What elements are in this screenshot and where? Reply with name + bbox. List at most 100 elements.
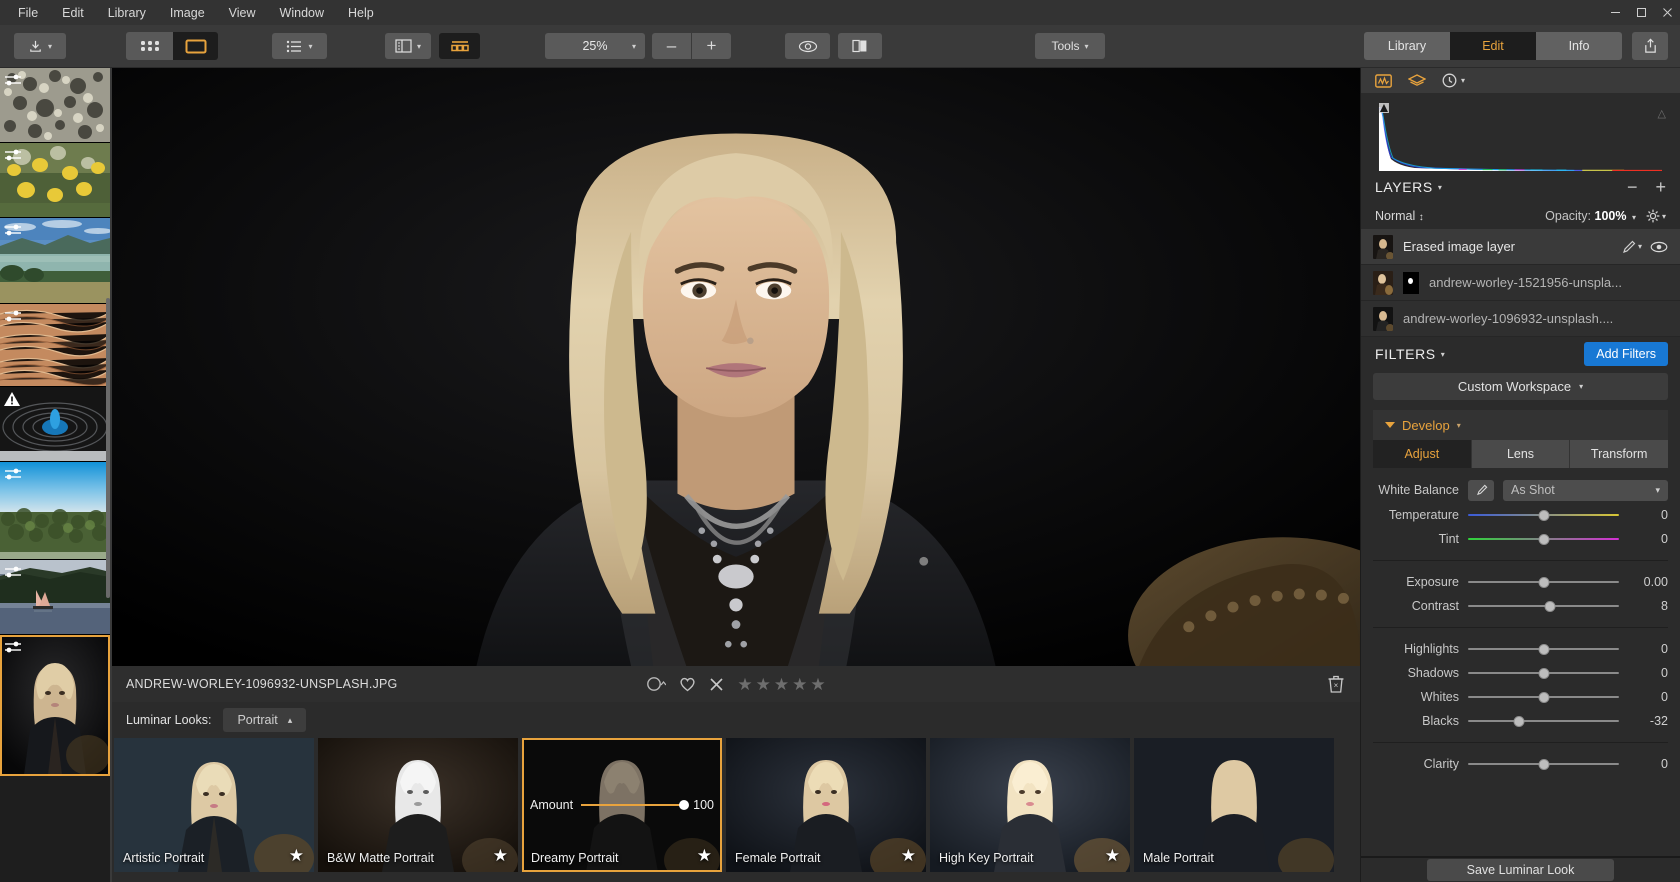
share-button[interactable] [1632, 32, 1668, 60]
slider-exposure[interactable]: Exposure 0.00 [1373, 570, 1668, 594]
favorite-star-icon[interactable]: ★ [697, 846, 712, 866]
heart-icon[interactable] [679, 676, 696, 692]
favorite-star-icon[interactable]: ★ [289, 846, 304, 866]
slider-knob[interactable] [1544, 600, 1556, 612]
trash-icon[interactable]: × [1328, 675, 1344, 693]
grid-view-button[interactable] [126, 32, 173, 60]
look-female-portrait[interactable]: Female Portrait ★ [726, 738, 926, 872]
workspace-selector[interactable]: Custom Workspace ▾ [1373, 373, 1668, 400]
develop-filter-header[interactable]: Develop ▾ [1373, 410, 1668, 440]
slider-track-area[interactable] [1468, 756, 1619, 772]
star-3[interactable]: ★ [774, 676, 789, 693]
layer-mask-thumbnail[interactable] [1403, 271, 1419, 294]
clipping-triangle-icon[interactable]: △ [1658, 107, 1666, 120]
tab-adjust[interactable]: Adjust [1373, 440, 1472, 468]
flag-circle-icon[interactable] [646, 676, 667, 692]
look-artistic-portrait[interactable]: Artistic Portrait ★ [114, 738, 314, 872]
star-4[interactable]: ★ [792, 676, 807, 693]
slider-track-area[interactable] [1468, 574, 1619, 590]
tab-library[interactable]: Library [1364, 32, 1450, 60]
layer-settings-button[interactable]: ▾ [1646, 209, 1666, 223]
menu-library[interactable]: Library [96, 3, 158, 23]
tab-edit[interactable]: Edit [1450, 32, 1536, 60]
reject-x-icon[interactable] [709, 677, 724, 692]
menu-image[interactable]: Image [158, 3, 217, 23]
slider-knob[interactable] [1538, 758, 1549, 770]
looks-category-dropdown[interactable]: Portrait ▴ [223, 708, 307, 732]
blend-mode-select[interactable]: Normal ↕ [1375, 209, 1424, 223]
slider-blacks[interactable]: Blacks -32 [1373, 709, 1668, 733]
slider-knob[interactable] [1513, 715, 1525, 727]
menu-help[interactable]: Help [336, 3, 386, 23]
amount-knob[interactable] [679, 800, 690, 810]
favorite-star-icon[interactable]: ★ [493, 846, 508, 866]
star-2[interactable]: ★ [756, 676, 771, 693]
add-layer-button[interactable]: + [1655, 177, 1666, 198]
save-luminar-look-button[interactable]: Save Luminar Look [1426, 859, 1615, 881]
favorite-star-icon[interactable]: ★ [1105, 846, 1120, 866]
sort-list-button[interactable]: ▾ [272, 33, 327, 59]
filmstrip-item-lake-landscape[interactable] [0, 218, 110, 304]
slider-track-area[interactable] [1468, 531, 1619, 547]
star-1[interactable]: ★ [737, 676, 752, 693]
layers-icon[interactable] [1408, 73, 1426, 88]
luminar-looks-strip[interactable]: Artistic Portrait ★ B&W Matte Portrait ★… [112, 738, 1360, 882]
star-5[interactable]: ★ [810, 676, 825, 693]
slider-track-area[interactable] [1468, 689, 1619, 705]
slider-temperature[interactable]: Temperature 0 [1373, 503, 1668, 527]
slider-tint[interactable]: Tint 0 [1373, 527, 1668, 551]
histogram-panel[interactable]: △ [1361, 93, 1680, 171]
preview-toggle[interactable] [785, 33, 830, 59]
look-male-portrait[interactable]: Male Portrait [1134, 738, 1334, 872]
filmstrip-toggle[interactable] [439, 33, 480, 59]
look-amount-slider[interactable]: Amount 100 [530, 798, 714, 812]
layer-row-andrew-worley-1096932[interactable]: andrew-worley-1096932-unsplash.... [1361, 301, 1680, 337]
slider-track-area[interactable] [1468, 598, 1619, 614]
menu-edit[interactable]: Edit [50, 3, 96, 23]
eyedropper-button[interactable] [1468, 479, 1494, 501]
star-rating[interactable]: ★ ★ ★ ★ ★ [737, 676, 825, 693]
slider-knob[interactable] [1538, 576, 1549, 588]
filmstrip-item-water-droplet[interactable] [0, 387, 110, 462]
slider-track-area[interactable] [1468, 713, 1619, 729]
opacity-control[interactable]: Opacity: 100% ▾ [1545, 209, 1636, 223]
filmstrip-item-lichen-texture[interactable] [0, 68, 110, 143]
tab-transform[interactable]: Transform [1570, 440, 1669, 468]
slider-knob[interactable] [1538, 643, 1549, 655]
tools-button[interactable]: Tools ▾ [1035, 33, 1105, 59]
menu-view[interactable]: View [217, 3, 268, 23]
slider-shadows[interactable]: Shadows 0 [1373, 661, 1668, 685]
filters-title[interactable]: FILTERS ▾ [1375, 346, 1445, 362]
white-balance-select[interactable]: As Shot ▾ [1503, 479, 1668, 501]
filmstrip-item-yellow-flowers[interactable] [0, 143, 110, 218]
brush-icon[interactable]: ▾ [1621, 240, 1642, 254]
zoom-in-button[interactable]: + [692, 33, 731, 59]
filmstrip-panel[interactable] [0, 68, 110, 882]
filmstrip-item-portrait-woman[interactable] [0, 635, 110, 776]
zoom-select[interactable]: 25% ▾ [545, 33, 645, 59]
slider-highlights[interactable]: Highlights 0 [1373, 637, 1668, 661]
slider-track-area[interactable] [1468, 665, 1619, 681]
image-canvas[interactable] [112, 68, 1360, 666]
export-button[interactable]: ▾ [14, 33, 66, 59]
layer-row-erased-image-layer[interactable]: Erased image layer ▾ [1361, 229, 1680, 265]
slider-whites[interactable]: Whites 0 [1373, 685, 1668, 709]
slider-track-area[interactable] [1468, 507, 1619, 523]
slider-knob[interactable] [1538, 509, 1549, 521]
look-high-key-portrait[interactable]: High Key Portrait ★ [930, 738, 1130, 872]
filmstrip-item-blue-sky-forest[interactable] [0, 462, 110, 560]
slider-knob[interactable] [1538, 691, 1549, 703]
maximize-button[interactable] [1628, 0, 1654, 25]
slider-track-area[interactable] [1468, 641, 1619, 657]
compare-button[interactable] [838, 33, 882, 59]
side-panel-toggle[interactable]: ▾ [385, 33, 431, 59]
slider-knob[interactable] [1538, 533, 1549, 545]
look-bw-matte-portrait[interactable]: B&W Matte Portrait ★ [318, 738, 518, 872]
add-filters-button[interactable]: Add Filters [1584, 342, 1668, 366]
favorite-star-icon[interactable]: ★ [901, 846, 916, 866]
layer-row-andrew-worley-1521956[interactable]: andrew-worley-1521956-unspla... [1361, 265, 1680, 301]
close-button[interactable] [1654, 0, 1680, 25]
layers-title[interactable]: LAYERS ▾ [1375, 179, 1442, 195]
histogram-icon[interactable] [1375, 73, 1392, 88]
history-tab[interactable]: ▾ [1442, 73, 1465, 88]
